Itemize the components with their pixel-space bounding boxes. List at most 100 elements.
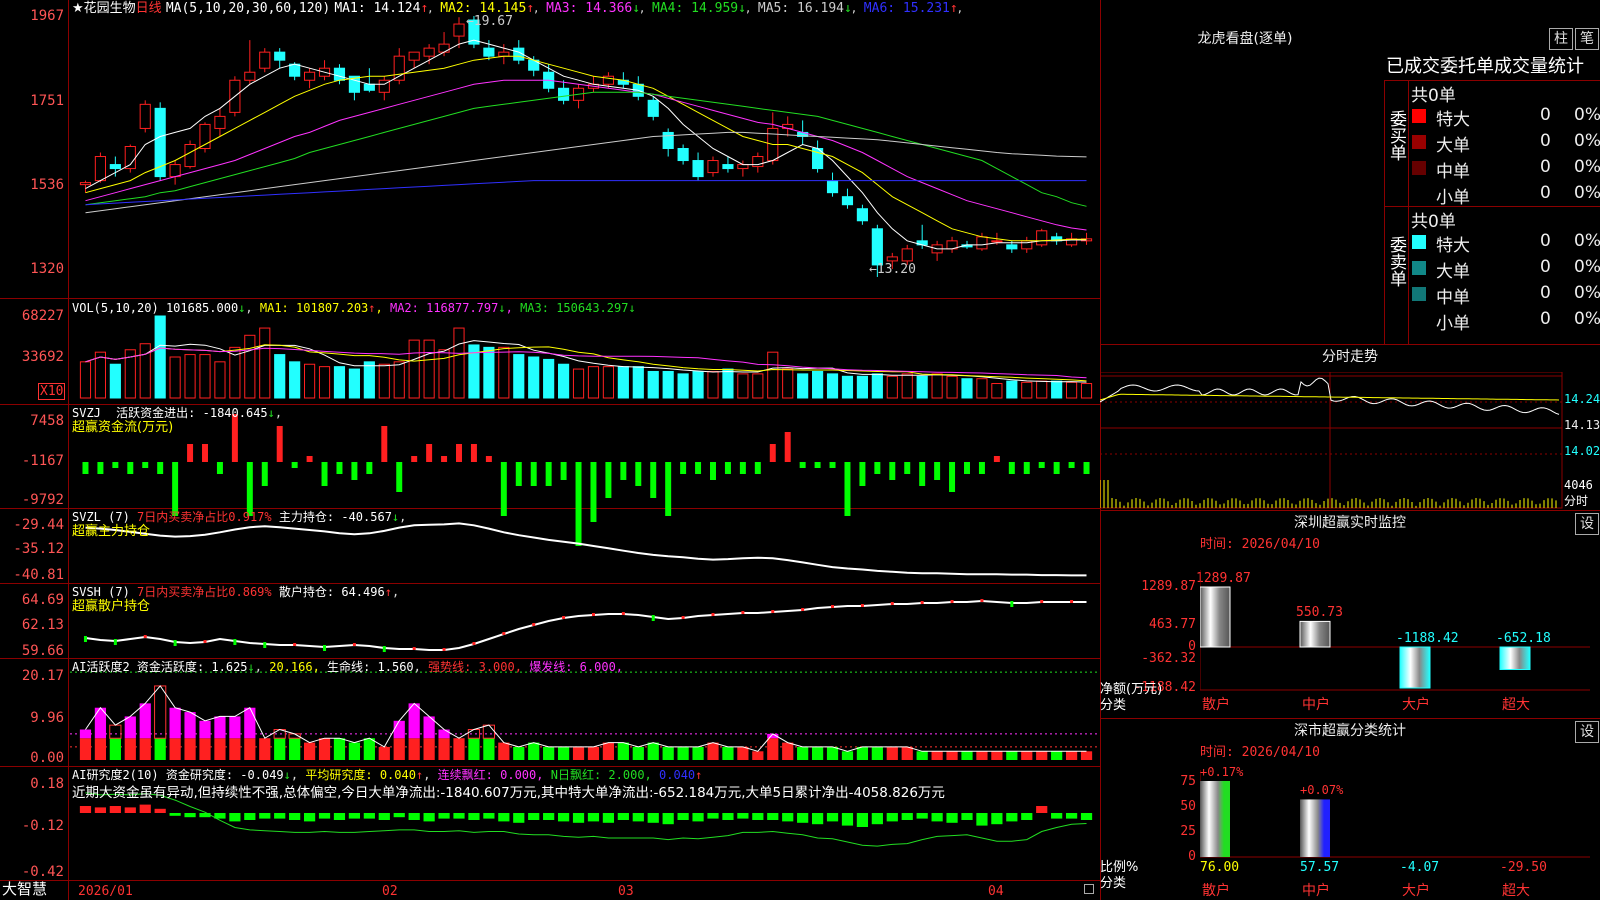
classify-cat-2: 大户 — [1402, 883, 1430, 899]
ai1-bar — [453, 738, 465, 760]
classify-ytick-1: 50 — [1180, 799, 1196, 814]
ai2-bar — [976, 813, 988, 826]
ai1-bar — [826, 746, 839, 760]
candle-body — [871, 228, 883, 266]
tick-mode-button[interactable]: 笔 — [1575, 28, 1599, 50]
lock-icon[interactable] — [1084, 884, 1094, 894]
ai1-bar — [1051, 751, 1063, 760]
svzj-value: -1840.645 — [202, 406, 268, 420]
svsh-ratio: 0.869% — [228, 585, 272, 599]
fenshi-title: 分时走势 — [1322, 349, 1378, 365]
classify-settings-button[interactable]: 设 — [1575, 721, 1599, 743]
ai2-bar — [841, 813, 854, 826]
ai2-v1: -0.049 — [240, 768, 284, 782]
candle-body — [677, 148, 689, 162]
candle-body — [886, 256, 898, 262]
ai2-v2: 0.040 — [379, 768, 416, 782]
svzj-bar — [246, 462, 253, 516]
ai1-bar — [572, 746, 585, 760]
volume-bar — [513, 354, 525, 399]
ai1-bar — [528, 742, 540, 760]
svzj-bar — [665, 462, 672, 516]
classify-cat-0: 散户 — [1202, 883, 1230, 899]
svsh-tick — [323, 645, 327, 651]
candle-body — [991, 240, 1003, 243]
candle-body — [692, 160, 704, 178]
svsh-tick — [113, 639, 117, 645]
ytick-svzl-2: -40.81 — [13, 567, 64, 583]
ai1-t3: 生命线 — [327, 660, 364, 674]
ytick-ai2-0: 0.18 — [30, 776, 64, 792]
volume-bar — [438, 349, 450, 399]
ai1-bar — [946, 751, 958, 760]
fenshi-chart[interactable] — [1100, 372, 1570, 512]
ai1-bar — [543, 746, 555, 760]
sell-swatch-0 — [1412, 235, 1426, 249]
svzj-bar — [545, 462, 552, 486]
ai2-v3: 0.000 — [500, 768, 537, 782]
volume-bar — [647, 370, 659, 399]
ai2-bar — [124, 807, 136, 813]
ai2-bar — [782, 813, 794, 822]
ytick-ai1-1: 9.96 — [30, 710, 64, 726]
ai2-label: AI研究度2(10) — [72, 768, 159, 782]
classify-title: 深市超赢分类统计 — [1294, 723, 1406, 739]
ai1-bar — [303, 742, 316, 760]
ai1-bar — [1021, 751, 1033, 760]
svzj-bar — [949, 462, 956, 492]
ai2-bar — [289, 813, 301, 820]
svzj-bar — [381, 426, 388, 462]
sell-row-name: 特大 — [1436, 236, 1470, 256]
ai2-bar — [886, 813, 898, 822]
svzj-bar — [904, 462, 911, 474]
ma-arrow-1: ↑ — [420, 1, 429, 16]
svzj-bar — [964, 462, 970, 474]
ai1-bar — [856, 746, 869, 760]
candle-body — [274, 51, 286, 61]
volume-bar — [528, 356, 540, 399]
ai2-bar — [632, 813, 644, 822]
period-label[interactable]: 日线 — [136, 1, 162, 16]
ai1-bar-top — [482, 724, 495, 739]
volume-bar — [602, 366, 614, 399]
volume-bar — [363, 361, 375, 399]
candle-body — [94, 156, 106, 182]
svzl-title: 7日内买卖净占比 — [137, 510, 229, 524]
volume-bar — [184, 354, 196, 399]
ai2-bar — [169, 813, 181, 816]
svzj-bar — [441, 456, 448, 462]
ai1-bar-top — [79, 729, 92, 739]
svsh-tick — [442, 648, 446, 651]
svzj-bar — [396, 462, 403, 492]
volume-bar — [707, 370, 719, 399]
monitor-settings-button[interactable]: 设 — [1575, 513, 1599, 535]
ai1-bar — [94, 738, 107, 760]
volume-bar — [348, 368, 360, 399]
high-marker: ←19.67 — [466, 14, 513, 29]
bar-mode-button[interactable]: 柱 — [1549, 28, 1573, 50]
ai1-bar-top — [393, 720, 405, 739]
candle-body — [244, 71, 256, 81]
chart-canvas[interactable] — [0, 0, 1100, 900]
ma-arrow-6: ↑ — [949, 1, 958, 16]
ai2-bar — [961, 813, 973, 820]
volume-bar — [483, 346, 495, 399]
ai2-bar — [1051, 813, 1063, 819]
svzj-bar — [142, 462, 149, 468]
ytick-ai1-0: 20.17 — [21, 668, 64, 684]
svzj-bar — [814, 462, 821, 468]
vol-ma2: 116877.797 — [426, 301, 499, 315]
xtick-2: 03 — [618, 884, 634, 899]
svzj-bar — [1053, 462, 1060, 474]
ai2-bar — [423, 813, 435, 822]
ai1-bar — [318, 738, 331, 760]
volume-bar — [886, 375, 898, 399]
ai2-bar — [752, 813, 764, 820]
svzj-bar — [889, 462, 896, 480]
ai2-bar — [737, 813, 749, 819]
ma-label: MA(5,10,20,30,60,120) — [165, 1, 331, 16]
ai2-bar — [528, 813, 540, 820]
candle-body — [363, 83, 375, 91]
star-icon[interactable]: ★ — [72, 1, 84, 16]
ai1-bar-top — [124, 716, 136, 739]
